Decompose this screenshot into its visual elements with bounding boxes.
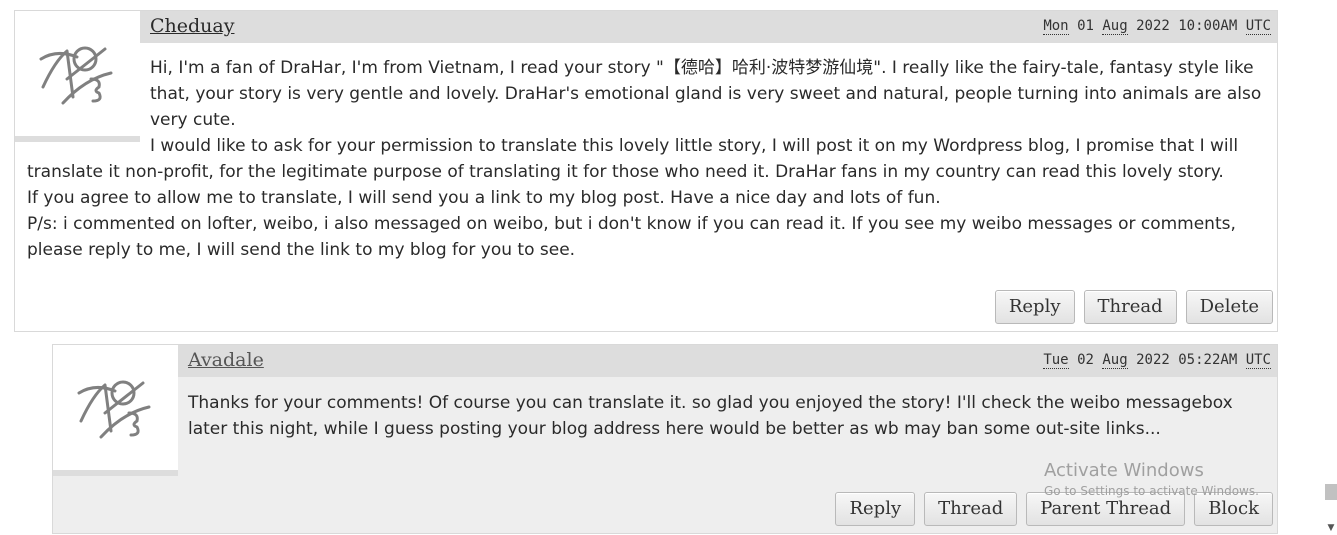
date-zone: UTC — [1245, 352, 1271, 369]
date-weekday: Mon — [1043, 18, 1069, 35]
comment-paragraph: P/s: i commented on lofter, weibo, i als… — [27, 214, 1236, 260]
comment-header: Avadale Tue 02 Aug 2022 05:22AM UTC — [53, 345, 1277, 377]
thread-button[interactable]: Thread — [924, 492, 1018, 526]
comment-paragraph: Hi, I'm a fan of DraHar, I'm from Vietna… — [150, 58, 1262, 130]
watermark-subtitle: Go to Settings to activate Windows. — [1044, 484, 1259, 498]
date-day: 02 — [1077, 352, 1094, 368]
comment-avadale: Avadale Tue 02 Aug 2022 05:22AM UTC Than… — [52, 344, 1278, 534]
date-weekday: Tue — [1043, 352, 1069, 369]
default-avatar-icon — [77, 380, 151, 439]
comment-paragraph: If you agree to allow me to translate, I… — [27, 188, 941, 208]
date-year: 2022 — [1136, 352, 1170, 368]
activate-windows-watermark: Activate Windows Go to Settings to activ… — [1044, 460, 1259, 498]
comment-header: Cheduay Mon 01 Aug 2022 10:00AM UTC — [15, 11, 1277, 43]
username-link[interactable]: Avadale — [188, 349, 264, 371]
date-day: 01 — [1077, 18, 1094, 34]
comment-actions: Reply Thread Delete — [994, 290, 1273, 324]
date-year: 2022 — [1136, 18, 1170, 34]
watermark-title: Activate Windows — [1044, 460, 1204, 481]
avatar[interactable] — [53, 345, 178, 476]
username-link[interactable]: Cheduay — [150, 15, 234, 37]
comment-cheduay: Cheduay Mon 01 Aug 2022 10:00AM UTC Hi, … — [14, 10, 1278, 332]
comment-date: Tue 02 Aug 2022 05:22AM UTC — [1043, 352, 1271, 369]
date-zone: UTC — [1245, 18, 1271, 35]
scrollbar-thumb[interactable] — [1325, 484, 1337, 500]
comment-paragraph: I would like to ask for your permission … — [27, 136, 1239, 182]
comment-body: Hi, I'm a fan of DraHar, I'm from Vietna… — [27, 55, 1265, 263]
thread-button[interactable]: Thread — [1083, 290, 1177, 324]
reply-button[interactable]: Reply — [835, 492, 916, 526]
date-month: Aug — [1102, 352, 1128, 369]
comment-paragraph: Thanks for your comments! Of course you … — [188, 393, 1233, 439]
date-time: 10:00AM — [1178, 18, 1238, 34]
date-time: 05:22AM — [1178, 352, 1238, 368]
delete-button[interactable]: Delete — [1185, 290, 1273, 324]
comment-date: Mon 01 Aug 2022 10:00AM UTC — [1043, 18, 1271, 35]
date-month: Aug — [1102, 18, 1128, 35]
reply-button[interactable]: Reply — [994, 290, 1075, 324]
comment-body: Thanks for your comments! Of course you … — [188, 390, 1247, 442]
scroll-down-arrow-icon[interactable]: ▼ — [1325, 522, 1337, 534]
